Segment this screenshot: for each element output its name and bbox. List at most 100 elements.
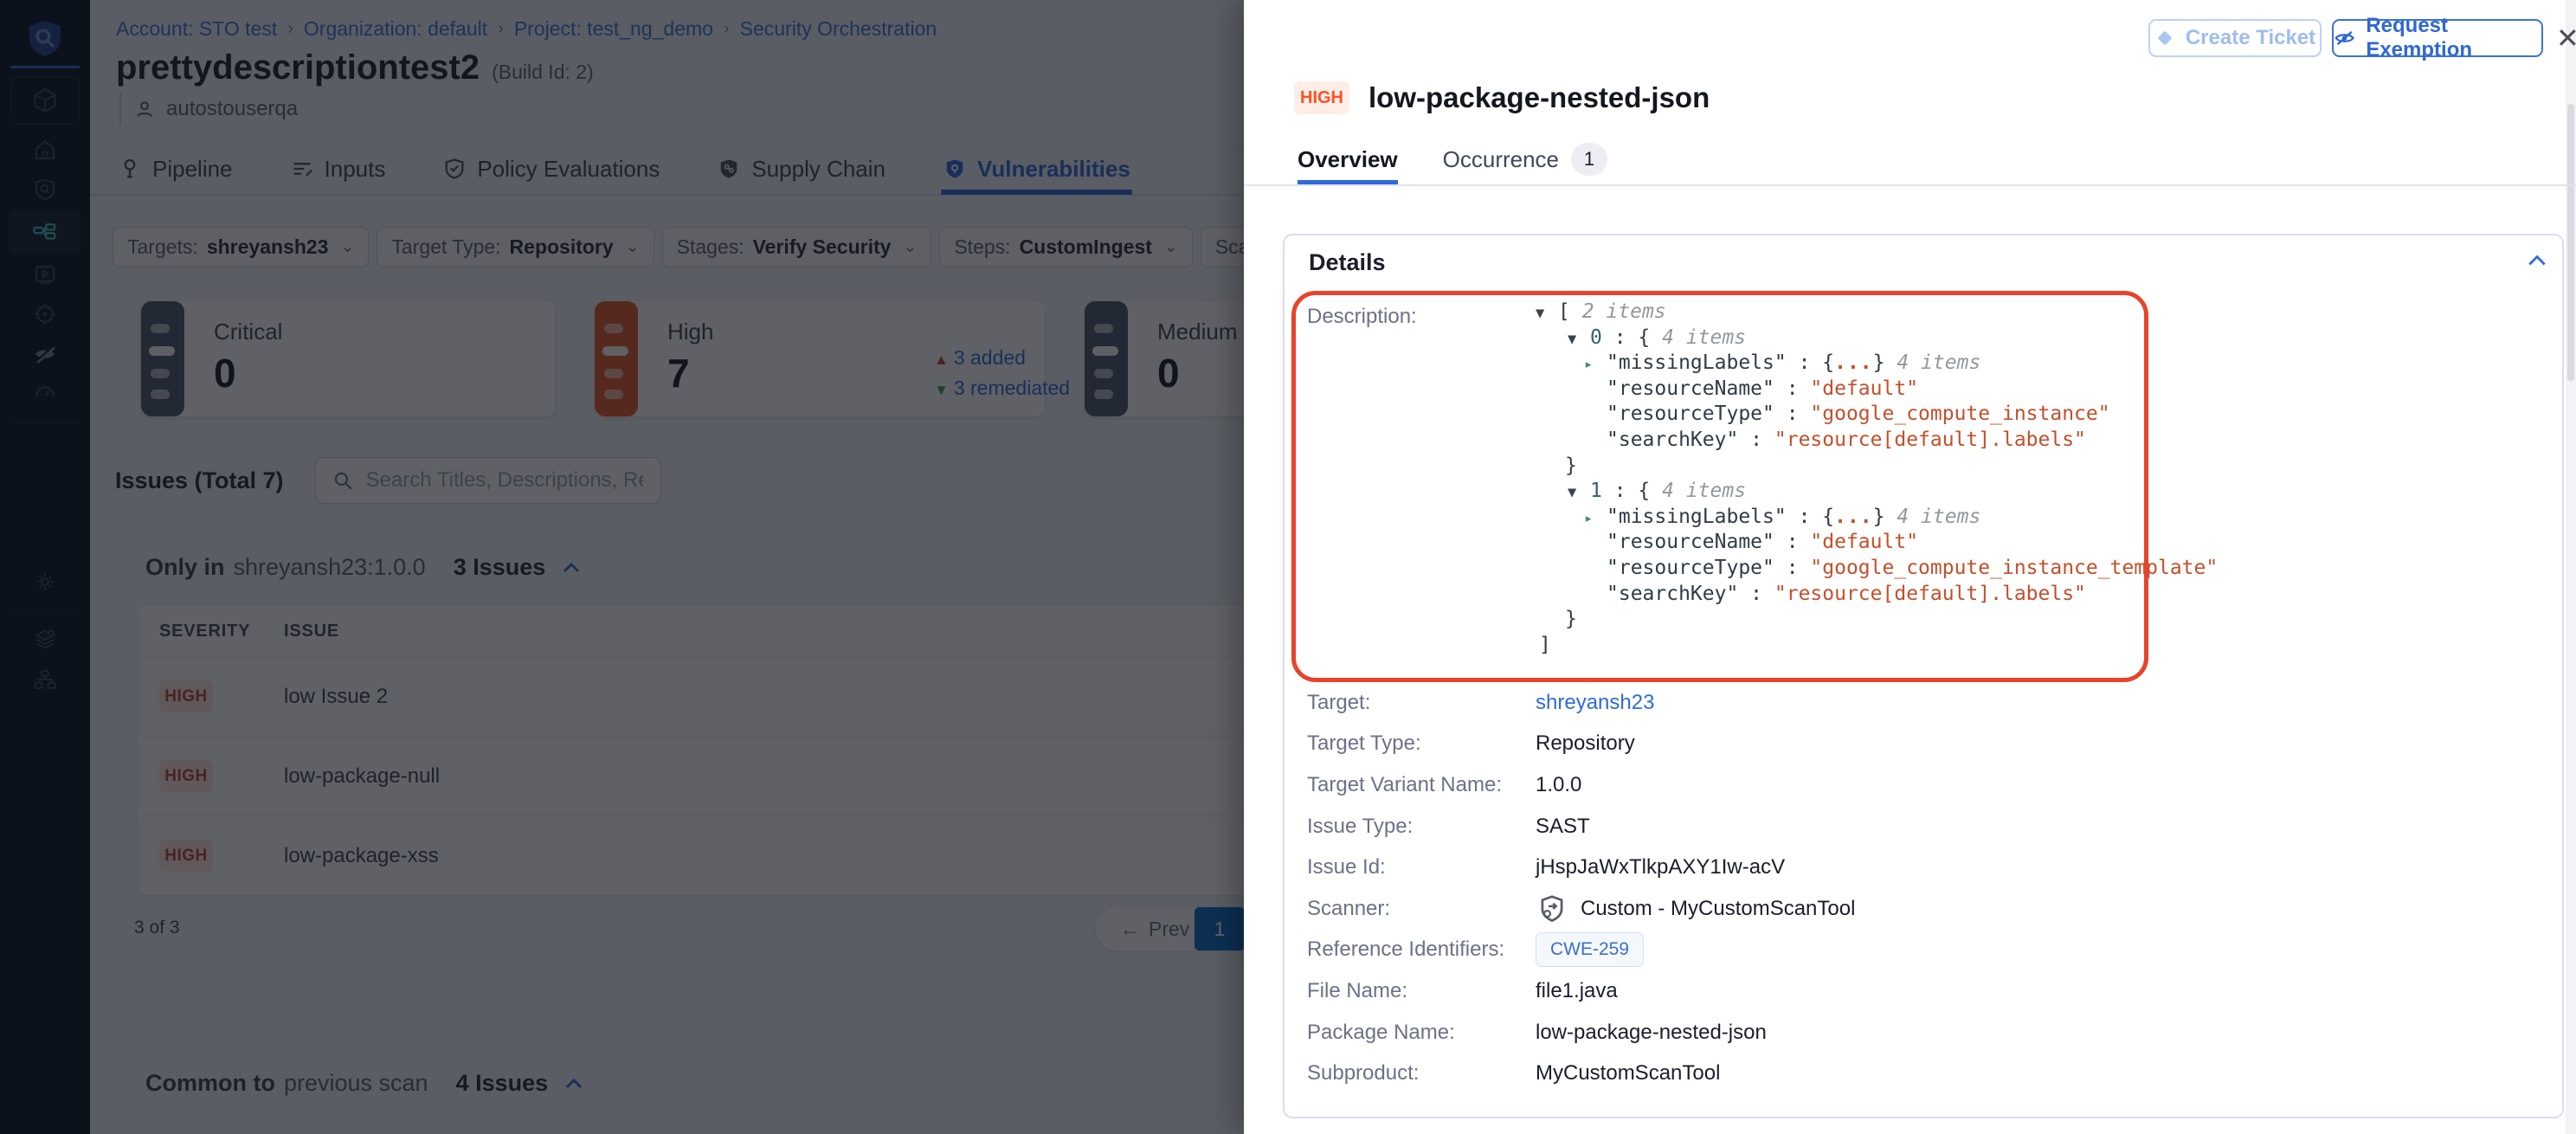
field-label: File Name: [1307, 979, 1536, 1003]
detail-field-row: Target Type:Repository [1307, 724, 2536, 765]
json-token-pun: : { [1602, 326, 1662, 349]
close-drawer-button[interactable]: ✕ [2556, 24, 2576, 52]
detail-field-row: Subproduct:MyCustomScanTool [1307, 1053, 2536, 1094]
json-token-meta: 4 items [1662, 480, 1746, 502]
json-token-pun: } [1565, 454, 1577, 477]
json-line: "resourceName" : "default" [1536, 530, 2218, 556]
json-line: "searchKey" : "resource[default].labels" [1536, 582, 2218, 608]
json-token-str: "resource[default].labels" [1774, 428, 2086, 451]
json-line: ▼[ 2 items [1536, 300, 2218, 325]
json-token-key: "missingLabels" [1607, 351, 1787, 374]
json-token-meta: 4 items [1897, 506, 1980, 528]
json-line: ▸"missingLabels" : {...} 4 items [1536, 505, 2218, 531]
description-label: Description: [1307, 305, 1417, 329]
json-token-pun: : [1738, 428, 1774, 451]
json-token-pun: : [1774, 557, 1811, 579]
drawer-scrollbar[interactable] [2566, 0, 2576, 1134]
json-line: "resourceName" : "default" [1536, 377, 2218, 403]
collapsed-triangle-icon[interactable]: ▸ [1584, 352, 1607, 378]
json-line: } [1536, 454, 2218, 480]
json-token-key: "resourceName" [1607, 531, 1774, 553]
json-line: ] [1536, 633, 2218, 659]
field-value: jHspJaWxTlkpAXY1Iw-acV [1536, 855, 1785, 879]
issue-title: low-package-nested-json [1368, 81, 1710, 114]
json-line: ▸"missingLabels" : {...} 4 items [1536, 351, 2218, 377]
json-line: ▼0 : { 4 items [1536, 325, 2218, 351]
sto-vulnerabilities-page: Account: STO test›Organization: default›… [0, 0, 2576, 1134]
collapsed-triangle-icon[interactable]: ▸ [1584, 506, 1607, 532]
create-ticket-button[interactable]: Create Ticket [2148, 19, 2322, 57]
json-token-pun: : [1774, 377, 1811, 400]
drawer-tab-label: Occurrence [1443, 146, 1559, 173]
modal-dim-overlay[interactable] [0, 0, 1244, 1134]
json-token-dots: ... [1834, 351, 1873, 374]
details-section-title: Details [1309, 249, 1386, 276]
json-token-str: "google_compute_instance" [1810, 403, 2109, 425]
description-json-viewer[interactable]: ▼[ 2 items▼0 : { 4 items▸"missingLabels"… [1536, 300, 2218, 658]
json-token-pun: : { [1602, 480, 1662, 502]
drawer-tab-overview[interactable]: Overview [1298, 139, 1398, 185]
detail-field-row: Package Name:low-package-nested-json [1307, 1012, 2536, 1053]
expand-triangle-icon[interactable]: ▼ [1536, 301, 1558, 327]
detail-field-row: Reference Identifiers:CWE-259 [1307, 930, 2536, 971]
json-token-pun: [ [1558, 300, 1582, 323]
field-label: Package Name: [1307, 1021, 1536, 1045]
json-token-pun: : { [1787, 506, 1834, 528]
json-token-pun: } [1565, 608, 1577, 630]
json-token-str: "resource[default].labels" [1774, 583, 2086, 605]
detail-field-row: Target Variant Name:1.0.0 [1307, 764, 2536, 806]
json-token-key: "searchKey" [1607, 428, 1738, 451]
expand-triangle-icon[interactable]: ▼ [1568, 480, 1590, 506]
json-token-pun: : [1774, 403, 1811, 425]
field-value: Custom - MyCustomScanTool [1581, 897, 1855, 921]
json-token-key: "resourceType" [1607, 403, 1774, 425]
field-value: file1.java [1536, 979, 1618, 1003]
field-value: 1.0.0 [1536, 773, 1581, 797]
json-token-pun: } [1873, 506, 1897, 528]
details-card: Details Description: ▼[ 2 items▼0 : { 4 … [1283, 234, 2564, 1118]
request-exemption-button[interactable]: Request Exemption [2332, 19, 2543, 57]
detail-field-row: File Name:file1.java [1307, 970, 2536, 1012]
drawer-tab-label: Overview [1298, 146, 1398, 173]
json-token-meta: 2 items [1582, 300, 1666, 323]
json-line: ▼1 : { 4 items [1536, 479, 2218, 505]
json-token-str: "default" [1810, 531, 1918, 553]
json-token-meta: 4 items [1662, 326, 1746, 349]
json-line: "resourceType" : "google_compute_instanc… [1536, 556, 2218, 582]
json-token-key: "missingLabels" [1607, 506, 1787, 528]
field-label: Target Type: [1307, 731, 1536, 756]
field-value: SAST [1536, 815, 1590, 839]
json-token-pun: : [1774, 531, 1811, 553]
json-token-str: "default" [1810, 377, 1918, 400]
json-token-key: "resourceType" [1607, 557, 1774, 579]
json-line: "resourceType" : "google_compute_instanc… [1536, 402, 2218, 428]
diamond-ticket-icon [2154, 28, 2175, 48]
field-label: Subproduct: [1307, 1061, 1536, 1086]
json-token-idx: 1 [1590, 480, 1602, 502]
collapse-details-chevron-icon[interactable] [2526, 253, 2548, 268]
field-label: Target: [1307, 691, 1536, 715]
json-token-meta: 4 items [1897, 351, 1980, 374]
detail-field-row: Target:shreyansh23 [1307, 682, 2536, 724]
json-token-pun: : [1738, 583, 1774, 605]
field-label: Issue Id: [1307, 855, 1536, 879]
severity-badge-high: HIGH [1294, 81, 1349, 114]
json-line: } [1536, 607, 2218, 633]
reference-identifier-chip[interactable]: CWE-259 [1536, 932, 1644, 967]
field-value-link[interactable]: shreyansh23 [1536, 691, 1654, 715]
drawer-tab-divider [1244, 184, 2576, 186]
detail-field-row: Scanner: Custom - MyCustomScanTool [1307, 888, 2536, 930]
eye-slash-icon [2334, 28, 2355, 48]
json-token-pun: : { [1787, 351, 1834, 374]
drawer-tab-occurrence[interactable]: Occurrence1 [1443, 139, 1607, 185]
json-token-dots: ... [1834, 506, 1873, 528]
json-token-pun: } [1873, 351, 1897, 374]
field-label: Reference Identifiers: [1307, 937, 1536, 962]
json-token-key: "searchKey" [1607, 583, 1738, 605]
expand-triangle-icon[interactable]: ▼ [1568, 327, 1590, 353]
field-label: Scanner: [1307, 897, 1536, 921]
field-label: Target Variant Name: [1307, 773, 1536, 797]
json-token-idx: 0 [1590, 326, 1602, 349]
custom-scanner-icon [1536, 892, 1568, 925]
details-fields: Target:shreyansh23Target Type:Repository… [1307, 682, 2536, 1094]
